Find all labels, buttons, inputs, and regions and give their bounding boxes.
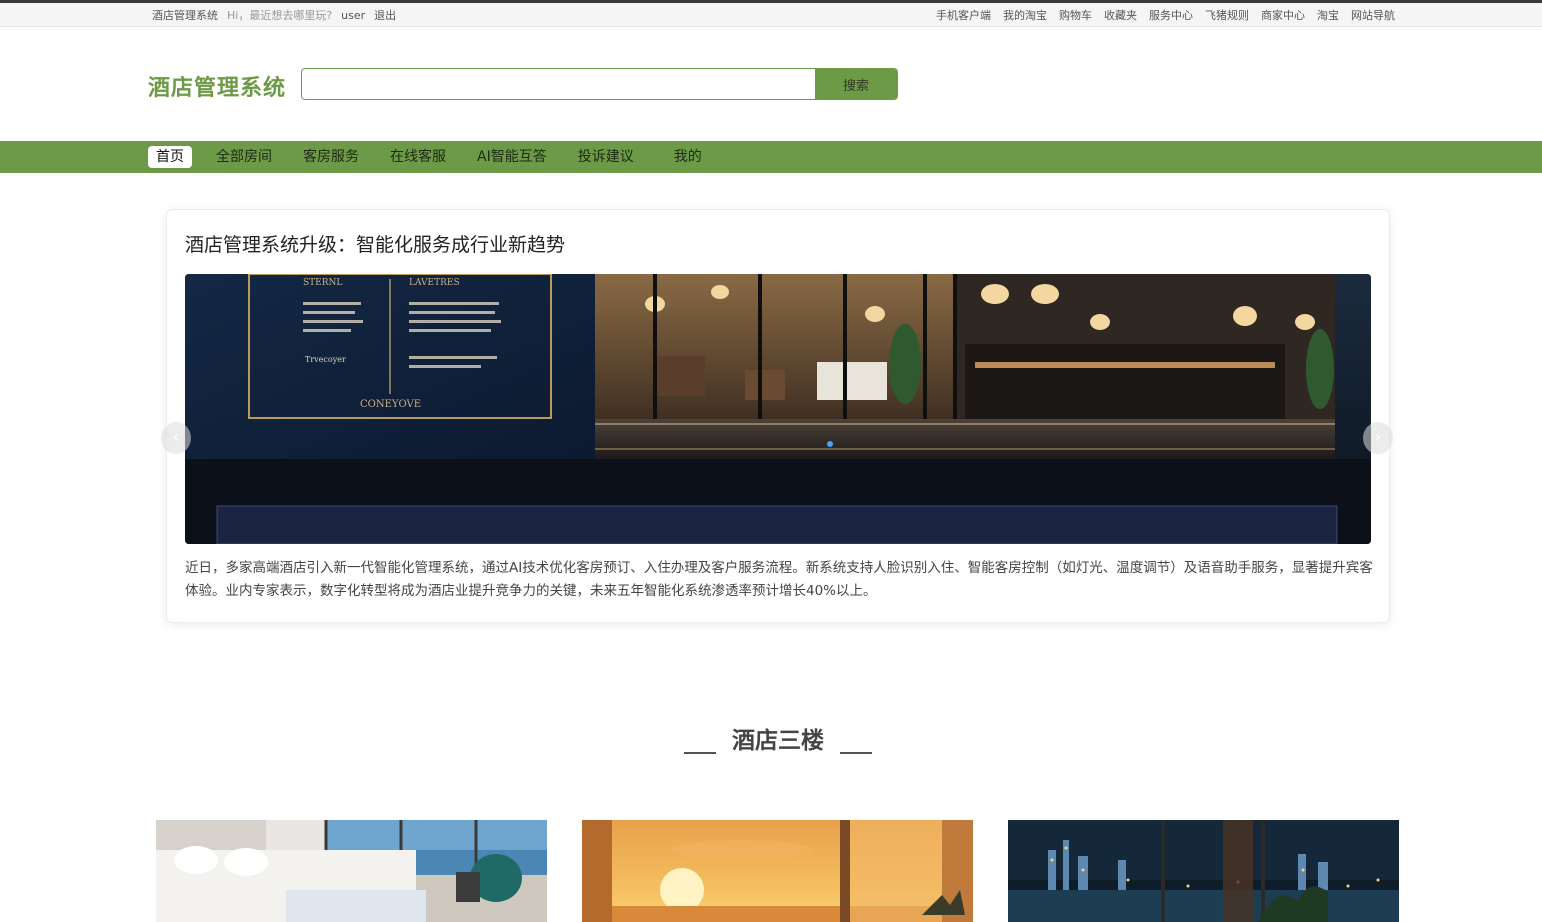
news-banner-image[interactable]: STERNL LAVETRES Trvecoyer CONEYOVE xyxy=(185,274,1371,544)
search-button[interactable]: 搜索 xyxy=(815,69,897,99)
news-body: 近日，多家高端酒店引入新一代智能化管理系统，通过AI技术优化客房预订、入住办理及… xyxy=(185,560,1373,599)
carousel-prev-button[interactable]: ‹ xyxy=(161,422,191,454)
search-input[interactable] xyxy=(302,69,815,99)
logout-link[interactable]: 退出 xyxy=(374,7,396,23)
topbar-link-my-taobao[interactable]: 我的淘宝 xyxy=(1003,7,1047,23)
topbar-left: 酒店管理系统 Hi，最近想去哪里玩? user 退出 xyxy=(152,7,396,23)
topbar-username[interactable]: user xyxy=(341,9,365,22)
heading-divider-left xyxy=(684,752,716,754)
topbar-link-mobile[interactable]: 手机客户端 xyxy=(936,7,991,23)
topbar-link-merchant[interactable]: 商家中心 xyxy=(1261,7,1305,23)
nav-item-mine[interactable]: 我的 xyxy=(666,146,710,168)
nav-item-online-support[interactable]: 在线客服 xyxy=(382,146,454,168)
nav-item-ai-qa[interactable]: AI智能互答 xyxy=(469,146,555,168)
topbar-link-service[interactable]: 服务中心 xyxy=(1149,7,1193,23)
room-gallery xyxy=(0,820,1542,922)
nav-item-complaints[interactable]: 投诉建议 xyxy=(570,146,642,168)
room-card-1[interactable] xyxy=(156,820,547,922)
banner-sign-left: STERNL xyxy=(303,278,342,288)
main-nav: 首页 全部房间 客房服务 在线客服 AI智能互答 投诉建议 我的 xyxy=(0,141,1542,173)
topbar-greeting: Hi，最近想去哪里玩? xyxy=(227,9,333,22)
topbar-link-favorites[interactable]: 收藏夹 xyxy=(1104,7,1137,23)
nav-item-home[interactable]: 首页 xyxy=(148,146,192,168)
topbar-link-rules[interactable]: 飞猪规则 xyxy=(1205,7,1249,23)
topbar-brand[interactable]: 酒店管理系统 xyxy=(152,7,218,23)
site-logo[interactable]: 酒店管理系统 xyxy=(148,70,286,102)
banner-sign-mid: Trvecoyer xyxy=(305,355,346,364)
section-heading: 酒店三楼 xyxy=(0,721,1542,755)
room-card-2[interactable] xyxy=(582,820,973,922)
banner-sign-right: LAVETRES xyxy=(409,278,460,288)
nav-item-room-service[interactable]: 客房服务 xyxy=(295,146,367,168)
news-card: 酒店管理系统升级：智能化服务成行业新趋势 STERNL LAVETRES Trv… xyxy=(166,209,1390,623)
top-utility-bar: 酒店管理系统 Hi，最近想去哪里玩? user 退出 手机客户端 我的淘宝 购物… xyxy=(0,0,1542,27)
room-image-city-night xyxy=(1008,820,1399,922)
news-title[interactable]: 酒店管理系统升级：智能化服务成行业新趋势 xyxy=(185,230,565,257)
room-image-bedroom xyxy=(156,820,547,922)
nav-item-all-rooms[interactable]: 全部房间 xyxy=(208,146,280,168)
carousel-next-button[interactable]: › xyxy=(1363,422,1393,454)
topbar-link-cart[interactable]: 购物车 xyxy=(1059,7,1092,23)
room-card-3[interactable] xyxy=(1008,820,1399,922)
section-title: 酒店三楼 xyxy=(732,728,824,754)
topbar-link-sitemap[interactable]: 网站导航 xyxy=(1351,7,1395,23)
banner-sign-bottom: CONEYOVE xyxy=(360,399,421,410)
room-image-sunset xyxy=(582,820,973,922)
topbar-links: 手机客户端 我的淘宝 购物车 收藏夹 服务中心 飞猪规则 商家中心 淘宝 网站导… xyxy=(936,7,1395,23)
heading-divider-right xyxy=(840,752,872,754)
hotel-lobby-illustration: STERNL LAVETRES Trvecoyer CONEYOVE xyxy=(185,274,1371,544)
search-bar: 搜索 xyxy=(301,68,898,100)
topbar-link-taobao[interactable]: 淘宝 xyxy=(1317,7,1339,23)
